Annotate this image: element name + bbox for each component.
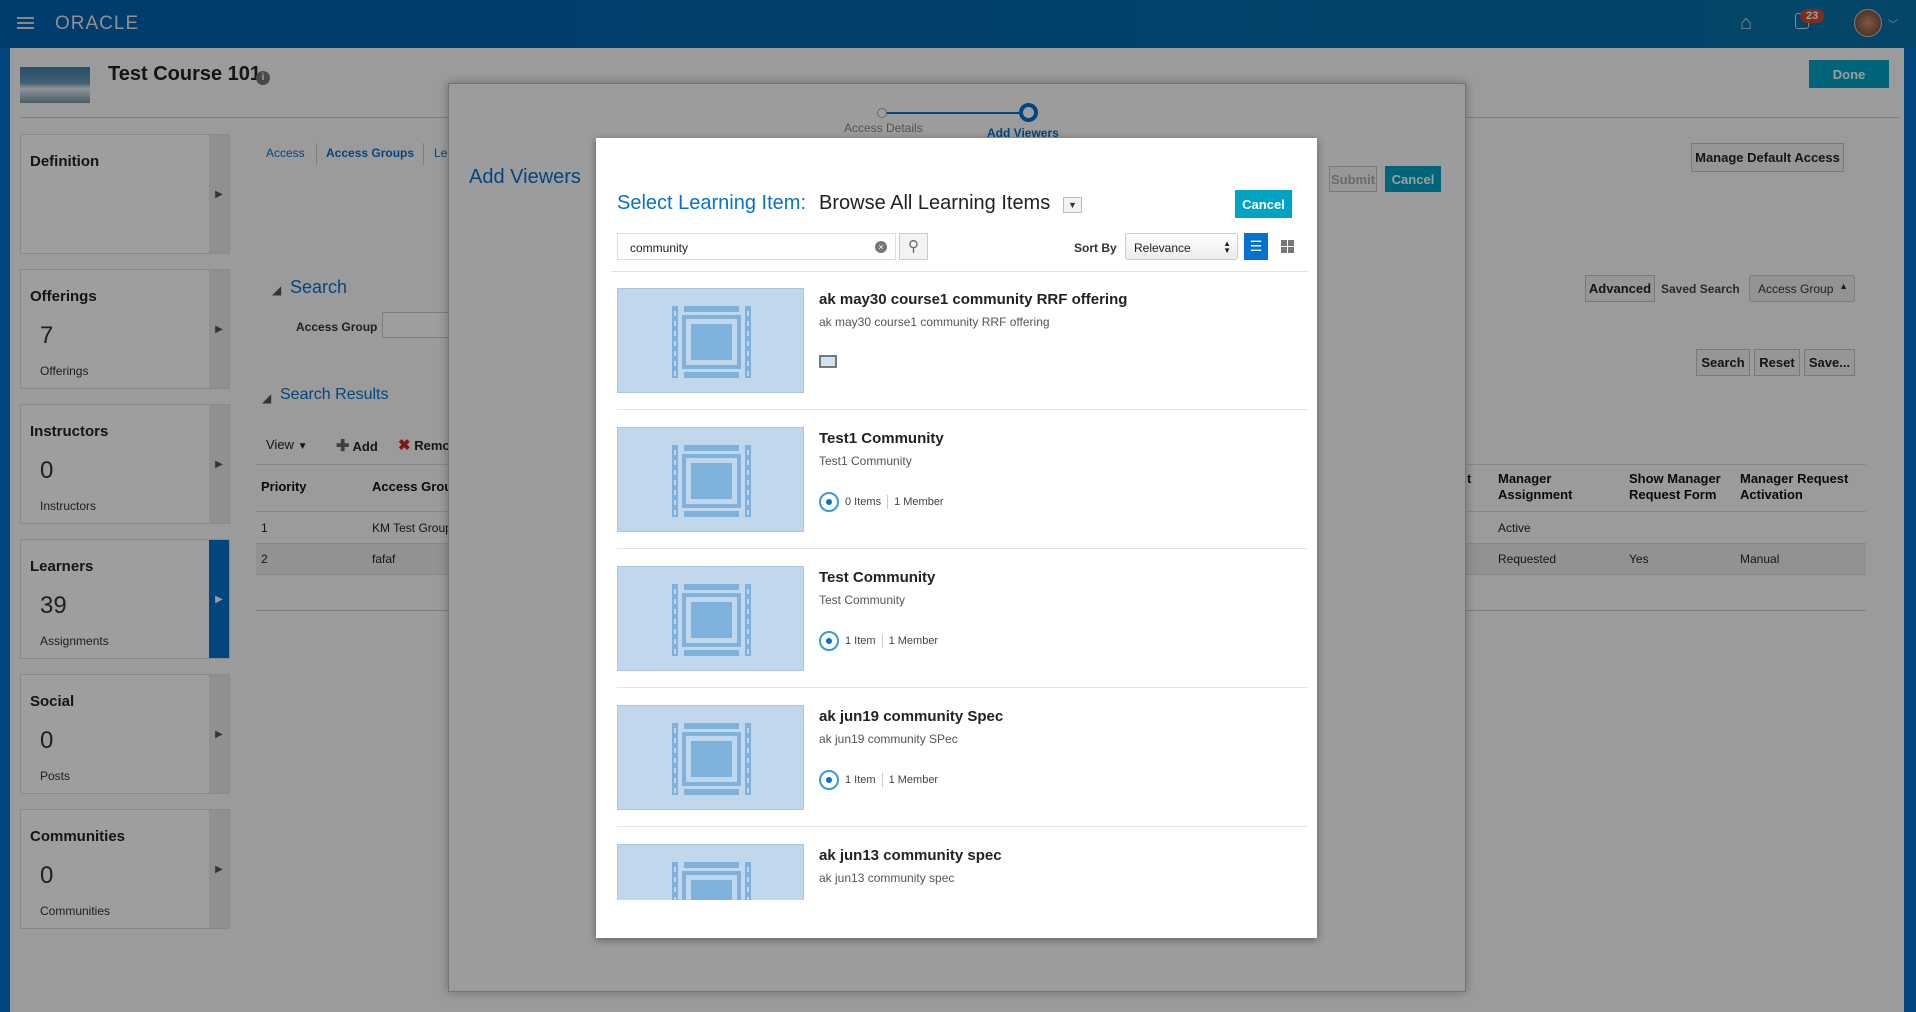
clear-search-icon[interactable]: ×	[875, 241, 887, 253]
member-count: 1 Member	[888, 774, 939, 786]
results-list[interactable]: ak may30 course1 community RRF offering …	[596, 271, 1317, 900]
member-count: 1 Member	[888, 635, 939, 647]
item-subtitle: ak may30 course1 community RRF offering	[819, 315, 1050, 329]
sort-by-select[interactable]: Relevance ▲ ▼	[1125, 233, 1238, 260]
search-input[interactable]: community ×	[617, 233, 896, 260]
grid-view-button[interactable]	[1281, 240, 1294, 253]
list-item[interactable]: ak jun19 community Spec ak jun19 communi…	[617, 688, 1308, 827]
item-title[interactable]: Test1 Community	[819, 430, 944, 447]
item-count: 0 Items	[845, 496, 882, 508]
item-thumbnail[interactable]	[617, 566, 804, 671]
list-view-button[interactable]: ☰	[1244, 233, 1268, 260]
member-count: 1 Member	[894, 496, 944, 508]
sort-by-label: Sort By	[1074, 241, 1117, 255]
search-icon[interactable]: ⚲	[899, 233, 928, 260]
browse-title: Browse All Learning Items	[819, 192, 1051, 214]
list-item[interactable]: Test Community Test Community 1 Item 1 Mem…	[617, 549, 1308, 688]
modal-label: Select Learning Item:	[617, 192, 806, 214]
modal-cancel-button[interactable]: Cancel	[1235, 190, 1292, 218]
item-subtitle: ak jun13 community spec	[819, 871, 955, 885]
item-thumbnail[interactable]	[617, 427, 804, 532]
computer-icon	[819, 355, 837, 368]
item-title[interactable]: ak jun13 community spec	[819, 847, 1002, 864]
community-icon	[819, 631, 839, 651]
item-thumbnail[interactable]	[617, 844, 804, 900]
list-item[interactable]: Test1 Community Test1 Community 0 Items 1 …	[617, 410, 1308, 549]
item-thumbnail[interactable]	[617, 705, 804, 810]
list-item[interactable]: ak jun13 community spec ak jun13 communi…	[617, 827, 1308, 900]
item-subtitle: Test Community	[819, 593, 906, 607]
item-title[interactable]: ak may30 course1 community RRF offering	[819, 291, 1127, 308]
select-arrows-icon: ▲ ▼	[1223, 239, 1231, 255]
item-title[interactable]: Test Community	[819, 569, 935, 586]
browse-dropdown-icon[interactable]: ▼	[1063, 197, 1082, 213]
item-count: 1 Item	[845, 635, 876, 647]
item-subtitle: ak jun19 community SPec	[819, 732, 958, 746]
select-learning-item-modal: Select Learning Item: Browse All Learnin…	[596, 138, 1317, 938]
item-subtitle: Test1 Community	[819, 454, 912, 468]
list-item[interactable]: ak may30 course1 community RRF offering …	[617, 271, 1308, 410]
community-icon	[819, 770, 839, 790]
community-icon	[819, 492, 839, 512]
item-thumbnail[interactable]	[617, 288, 804, 393]
item-count: 1 Item	[845, 774, 876, 786]
item-title[interactable]: ak jun19 community Spec	[819, 708, 1003, 725]
